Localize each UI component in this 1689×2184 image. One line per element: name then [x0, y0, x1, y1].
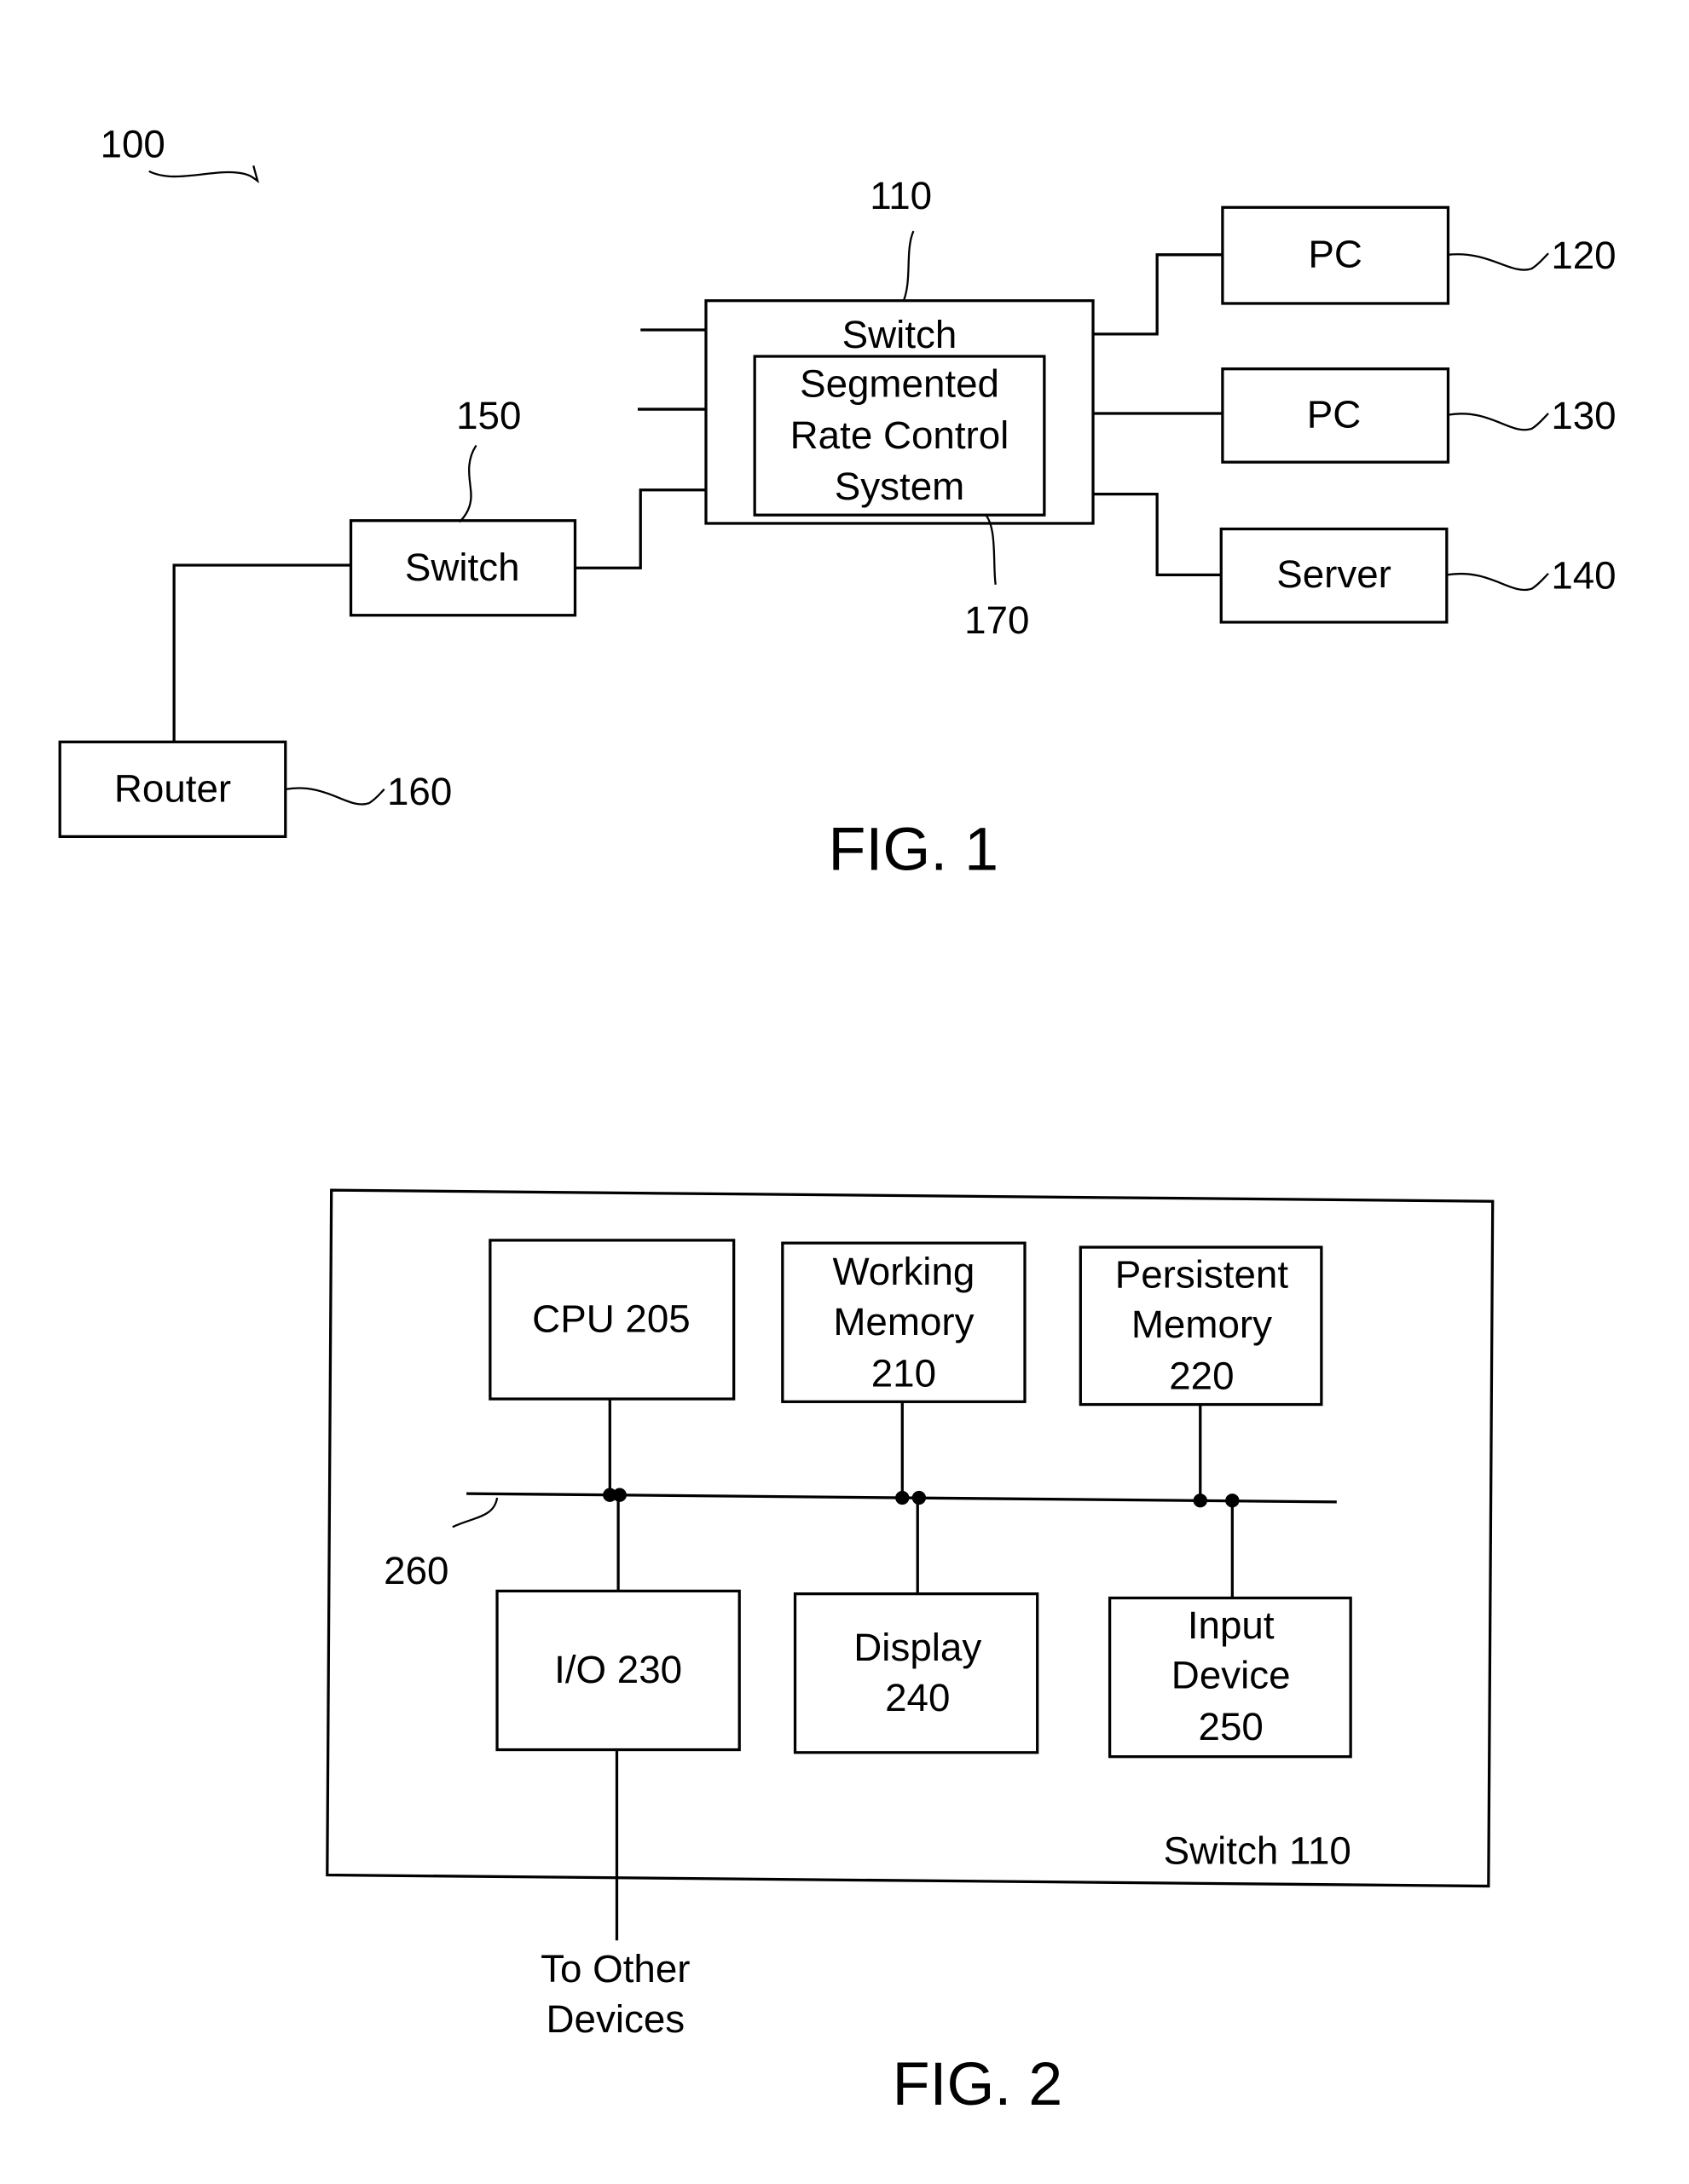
- patent-figures: 100 Switch 110 Segmented Rate Control Sy…: [58, 123, 1617, 2118]
- rate-control-line1: Segmented: [800, 361, 999, 405]
- ref-150-leader: [459, 444, 477, 523]
- switch-110-label: Switch: [842, 313, 957, 356]
- link-switch-server: [1093, 493, 1222, 577]
- persistent-memory-line3: 220: [1169, 1355, 1234, 1398]
- external-line1: To Other: [541, 1947, 690, 1990]
- ref-260: 260: [384, 1549, 448, 1592]
- fig2: Switch 110 260 CPU 205 Working Memory 21…: [326, 1188, 1495, 2118]
- ref-150: 150: [456, 394, 521, 437]
- input-device-line1: Input: [1188, 1603, 1275, 1647]
- persistent-memory-bus-node: [1193, 1494, 1207, 1508]
- working-memory-line2: Memory: [833, 1300, 974, 1343]
- working-memory-line1: Working: [832, 1250, 975, 1293]
- ref-170: 170: [964, 598, 1029, 642]
- ref-100-squiggle: [148, 165, 260, 183]
- ref-140: 140: [1551, 554, 1616, 598]
- switch-150-label: Switch: [405, 546, 520, 589]
- ref-120: 120: [1551, 234, 1616, 277]
- ref-170-leader: [985, 514, 997, 585]
- ref-110: 110: [870, 174, 932, 217]
- link-router-switch150: [172, 563, 351, 742]
- link-switch-pc120: [1093, 253, 1223, 336]
- rate-control-line2: Rate Control: [790, 413, 1009, 457]
- ref-160-leader: [285, 787, 385, 806]
- pc-130-label: PC: [1307, 392, 1362, 436]
- external-line2: Devices: [547, 1997, 685, 2041]
- router-160-label: Router: [114, 767, 231, 811]
- input-device-line2: Device: [1171, 1654, 1291, 1697]
- display-line2: 240: [885, 1676, 950, 1719]
- rate-control-line3: System: [835, 465, 964, 508]
- ref-120-leader: [1448, 252, 1549, 271]
- persistent-memory-line1: Persistent: [1115, 1252, 1289, 1296]
- working-memory-line3: 210: [871, 1351, 936, 1395]
- display-240-box: [793, 1592, 1039, 1754]
- input-device-line3: 250: [1199, 1705, 1264, 1748]
- ref-140-leader: [1446, 572, 1549, 592]
- link-switch150-switch110: [575, 488, 707, 569]
- server-140-label: Server: [1276, 552, 1391, 596]
- working-memory-bus-node: [895, 1490, 910, 1505]
- ref-110-leader: [902, 230, 915, 302]
- fig2-caption: FIG. 2: [893, 2050, 1063, 2118]
- io-230-label: I/O 230: [554, 1648, 682, 1691]
- fig1-caption: FIG. 1: [829, 816, 999, 884]
- ref-100: 100: [101, 123, 165, 166]
- switch-110-container-label: Switch 110: [1164, 1829, 1351, 1872]
- ref-130: 130: [1551, 394, 1616, 437]
- ref-160: 160: [387, 770, 452, 813]
- persistent-memory-line2: Memory: [1131, 1303, 1272, 1346]
- ref-130-leader: [1448, 413, 1549, 431]
- cpu-205-label: CPU 205: [532, 1297, 691, 1341]
- fig1: 100 Switch 110 Segmented Rate Control Sy…: [58, 123, 1617, 884]
- display-line1: Display: [853, 1626, 981, 1669]
- pc-120-label: PC: [1308, 233, 1362, 276]
